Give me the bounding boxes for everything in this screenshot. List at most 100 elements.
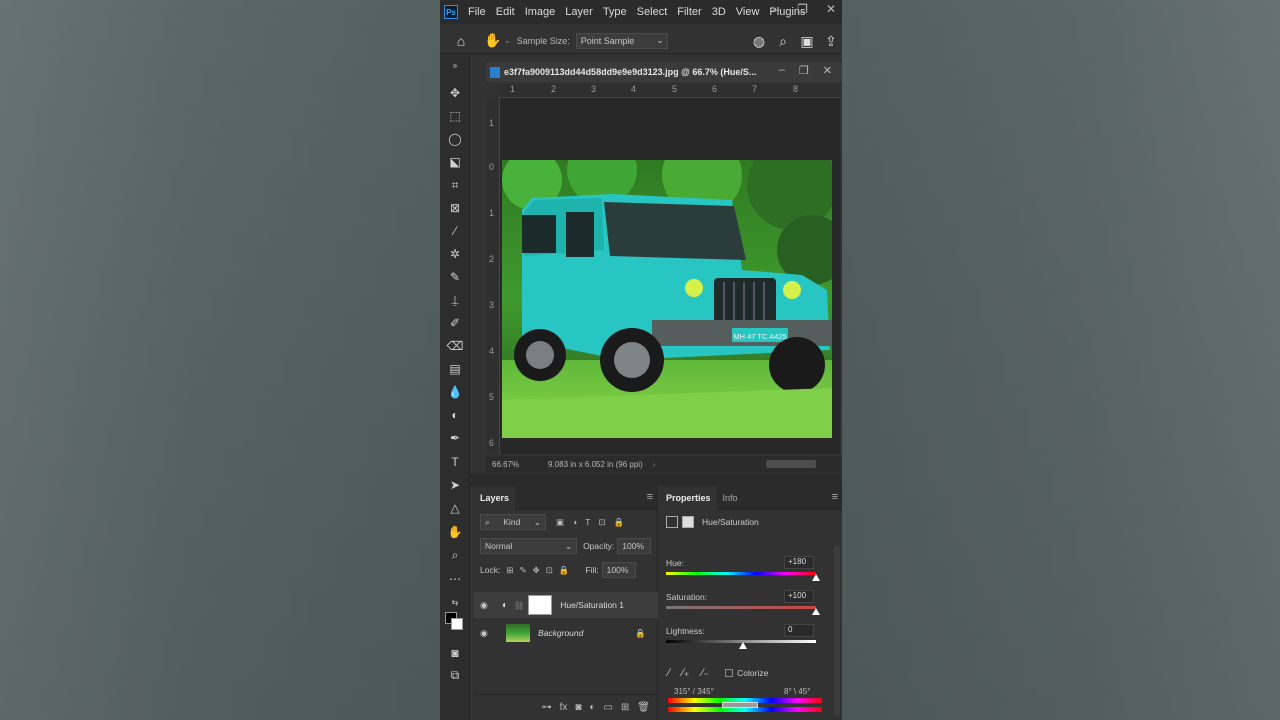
link-icon[interactable]: ⛓ [514, 601, 524, 610]
status-expand-icon[interactable]: › [653, 460, 656, 469]
screen-mode-icon[interactable]: ⧉ [446, 666, 464, 684]
eyedropper-subtract-icon[interactable]: ⁄₋ [702, 666, 710, 679]
layer-filter-select[interactable]: ⌕ Kind ⌄ [480, 514, 546, 530]
new-layer-icon[interactable]: ⊞ [621, 702, 629, 713]
hue-slider-track[interactable] [666, 572, 816, 575]
shape-tool-icon[interactable]: △ [446, 499, 464, 517]
background-color-swatch[interactable] [451, 618, 463, 630]
restore-document-icon[interactable]: ❐ [799, 64, 809, 77]
search-icon[interactable]: ⌕ [772, 30, 794, 52]
close-icon[interactable]: ✕ [826, 2, 836, 16]
panel-menu-icon[interactable]: ≡ [832, 491, 838, 503]
chevron-down-icon[interactable]: ⌄ [504, 36, 511, 45]
gradient-tool-icon[interactable]: ▤ [446, 360, 464, 378]
adjustment-grid-icon[interactable] [666, 516, 678, 528]
layer-name[interactable]: Background [538, 628, 583, 638]
clone-stamp-tool-icon[interactable]: ⍊ [446, 291, 464, 309]
sample-size-select[interactable]: Point Sample ⌄ [575, 32, 668, 49]
collapse-toolbar-icon[interactable]: » [446, 56, 464, 74]
minimize-document-icon[interactable]: – [779, 64, 785, 77]
saturation-slider-thumb[interactable] [812, 608, 820, 615]
menu-edit[interactable]: Edit [496, 6, 515, 18]
menu-3d[interactable]: 3D [712, 6, 726, 18]
layer-row[interactable]: ◉ Background 🔒 [474, 620, 658, 646]
blur-tool-icon[interactable]: 💧 [446, 383, 464, 401]
history-brush-tool-icon[interactable]: ✐ [446, 314, 464, 332]
mask-icon[interactable] [682, 516, 694, 528]
home-icon[interactable]: ⌂ [450, 30, 472, 52]
hue-value-field[interactable]: +180 [784, 556, 814, 569]
delete-layer-icon[interactable]: 🗑 [637, 702, 650, 713]
quick-mask-icon[interactable]: ◙ [446, 644, 464, 662]
fx-icon[interactable]: fx [560, 702, 568, 713]
minimize-icon[interactable]: – [772, 2, 779, 16]
menu-image[interactable]: Image [525, 6, 556, 18]
document-canvas[interactable]: MH 47 TC A425 [500, 98, 840, 454]
hand-tool-icon[interactable]: ✋ [482, 30, 504, 52]
eyedropper-icon[interactable]: ⁄ [668, 667, 670, 679]
lock-icons[interactable]: ⊞✎✥⊡🔒 [506, 565, 575, 576]
zoom-tool-icon[interactable]: ⌕ [446, 546, 464, 564]
saturation-value-field[interactable]: +100 [784, 590, 814, 603]
close-document-icon[interactable]: ✕ [823, 64, 832, 77]
healing-brush-tool-icon[interactable]: ✲ [446, 245, 464, 263]
eraser-tool-icon[interactable]: ⌫ [446, 337, 464, 355]
layer-thumbnail[interactable] [506, 624, 530, 642]
restore-icon[interactable]: ❐ [797, 2, 808, 16]
crop-tool-icon[interactable]: ⌗ [446, 176, 464, 194]
workspace-icon[interactable]: ▣ [796, 30, 818, 52]
fill-field[interactable]: 100% [601, 562, 636, 578]
panel-menu-icon[interactable]: ≡ [647, 491, 653, 503]
layer-name[interactable]: Hue/Saturation 1 [560, 600, 624, 610]
lightness-value-field[interactable]: 0 [784, 624, 814, 637]
dodge-tool-icon[interactable]: ◐ [446, 406, 464, 424]
lasso-tool-icon[interactable]: ◯ [446, 130, 464, 148]
layer-mask-thumbnail[interactable] [528, 595, 553, 615]
zoom-level[interactable]: 66.67% [492, 460, 548, 469]
horizontal-scrollbar[interactable] [766, 460, 816, 468]
pen-tool-icon[interactable]: ✒ [446, 429, 464, 447]
menu-select[interactable]: Select [637, 6, 668, 18]
move-tool-icon[interactable]: ✥ [446, 84, 464, 102]
menu-layer[interactable]: Layer [565, 6, 593, 18]
swap-colors-icon[interactable]: ⇆ [446, 593, 464, 611]
visibility-eye-icon[interactable]: ◉ [480, 628, 492, 639]
blend-mode-select[interactable]: Normal ⌄ [480, 538, 578, 554]
menu-view[interactable]: View [736, 6, 760, 18]
object-selection-tool-icon[interactable]: ⬕ [446, 153, 464, 171]
marquee-tool-icon[interactable]: ⬚ [446, 107, 464, 125]
layer-row[interactable]: ◉ ◐ ⛓ Hue/Saturation 1 [474, 592, 658, 618]
share-icon[interactable]: ⇪ [820, 30, 842, 52]
properties-scrollbar[interactable] [834, 546, 840, 716]
layer-filter-icons[interactable]: ▣◑T⊡🔒 [556, 517, 632, 528]
share-cloud-icon[interactable]: ◍ [748, 30, 770, 52]
eyedropper-add-icon[interactable]: ⁄₊ [682, 666, 690, 679]
menu-filter[interactable]: Filter [677, 6, 701, 18]
frame-tool-icon[interactable]: ⊠ [446, 199, 464, 217]
new-group-icon[interactable]: ▭ [603, 702, 612, 713]
link-layers-icon[interactable]: ⊶ [542, 702, 552, 713]
new-adjustment-icon[interactable]: ◐ [589, 702, 595, 713]
eyedropper-tool-icon[interactable]: ⁄ [446, 222, 464, 240]
blend-mode-value: Normal [485, 541, 513, 551]
tab-layers[interactable]: Layers [474, 485, 516, 510]
menu-file[interactable]: File [468, 6, 486, 18]
menu-type[interactable]: Type [603, 6, 627, 18]
saturation-slider-track[interactable] [666, 606, 816, 609]
hand-tool-icon[interactable]: ✋ [446, 523, 464, 541]
path-selection-tool-icon[interactable]: ➤ [446, 476, 464, 494]
tab-info[interactable]: Info [717, 486, 744, 510]
hue-slider-thumb[interactable] [812, 574, 820, 581]
brush-tool-icon[interactable]: ✎ [446, 268, 464, 286]
colorize-checkbox[interactable] [725, 668, 734, 677]
tab-properties[interactable]: Properties [660, 485, 717, 510]
lock-icon[interactable]: 🔒 [635, 628, 646, 639]
lightness-slider-thumb[interactable] [739, 642, 747, 649]
color-range-slider[interactable] [722, 702, 758, 708]
more-tools-icon[interactable]: ⋯ [446, 570, 464, 588]
opacity-field[interactable]: 100% [617, 538, 651, 554]
visibility-eye-icon[interactable]: ◉ [480, 600, 492, 611]
add-mask-icon[interactable]: ◙ [575, 702, 581, 713]
document-tab[interactable]: e3f7fa9009113dd44d58dd9e9e9d3123.jpg @ 6… [486, 62, 842, 82]
type-tool-icon[interactable]: T [446, 453, 464, 471]
